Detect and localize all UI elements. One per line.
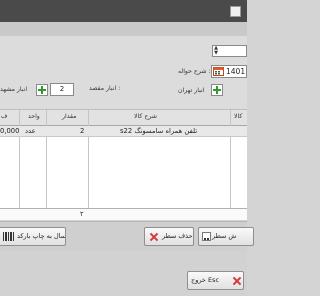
spinner-arrows-icon[interactable]: ▲ ▼	[213, 46, 219, 56]
table-header: کالا شرح کالا مقدار واحد ف	[0, 110, 247, 126]
col-unit-header[interactable]: واحد	[28, 113, 40, 120]
footer-quantity-total: ۲	[80, 210, 84, 218]
delete-row-label: حذف سطر	[162, 232, 193, 240]
add-tehran-plus-icon[interactable]	[211, 84, 223, 96]
barcode-icon	[3, 232, 14, 241]
mashhad-warehouse-label: انبار مشهد	[0, 86, 28, 93]
column-separator	[46, 110, 47, 208]
date-field[interactable]: 1401	[211, 65, 247, 78]
number-spinner[interactable]: ▲ ▼	[212, 45, 247, 57]
row-unit: عدد	[25, 127, 36, 135]
insert-row-label: ش سطر	[212, 232, 237, 240]
bottom-bar: خروج Esc	[0, 251, 247, 296]
insert-row-icon	[202, 232, 211, 241]
tehran-warehouse-label: انبار تهران	[178, 87, 205, 94]
table-row[interactable]: s22 تلفن همراه سامسونگ 2 عدد 0,000	[0, 126, 247, 137]
exit-icon	[232, 276, 242, 286]
send-barcode-print-button[interactable]: ارسال به چاپ بارکد	[0, 227, 66, 246]
delete-row-icon	[149, 232, 159, 242]
add-destination-plus-icon[interactable]	[36, 84, 48, 96]
column-separator	[230, 110, 231, 208]
row-quantity: 2	[80, 127, 85, 135]
window-close-button[interactable]	[230, 6, 241, 17]
column-separator	[88, 110, 89, 208]
calendar-icon[interactable]	[213, 67, 224, 76]
items-table: کالا شرح کالا مقدار واحد ف s22 تلفن همرا…	[0, 110, 247, 208]
date-value: 1401	[226, 67, 246, 76]
destination-label: انبار مقصد :	[89, 85, 121, 92]
col-quantity-header[interactable]: مقدار	[62, 113, 76, 120]
destination-input[interactable]: 2	[50, 83, 74, 96]
col-item-header[interactable]: کالا	[234, 113, 242, 120]
transfer-desc-label: شرح حواله :	[178, 68, 211, 75]
column-separator	[19, 110, 20, 208]
exit-button[interactable]: خروج Esc	[187, 271, 244, 290]
send-barcode-print-label: ارسال به چاپ بارکد	[17, 232, 66, 240]
row-item-desc: s22 تلفن همراه سامسونگ	[120, 127, 198, 135]
toolbar-band	[0, 22, 247, 36]
insert-row-button[interactable]: ش سطر	[198, 227, 254, 246]
table-footer: ۲	[0, 208, 247, 220]
row-price: 0,000	[0, 127, 20, 135]
window-titlebar	[0, 0, 247, 22]
delete-row-button[interactable]: حذف سطر	[144, 227, 194, 246]
exit-label: خروج Esc	[191, 276, 220, 284]
action-bar: ارسال به چاپ بارکد حذف سطر ش سطر	[0, 221, 254, 251]
col-price-header[interactable]: ف	[1, 113, 7, 120]
col-item-desc-header[interactable]: شرح کالا	[134, 113, 157, 120]
